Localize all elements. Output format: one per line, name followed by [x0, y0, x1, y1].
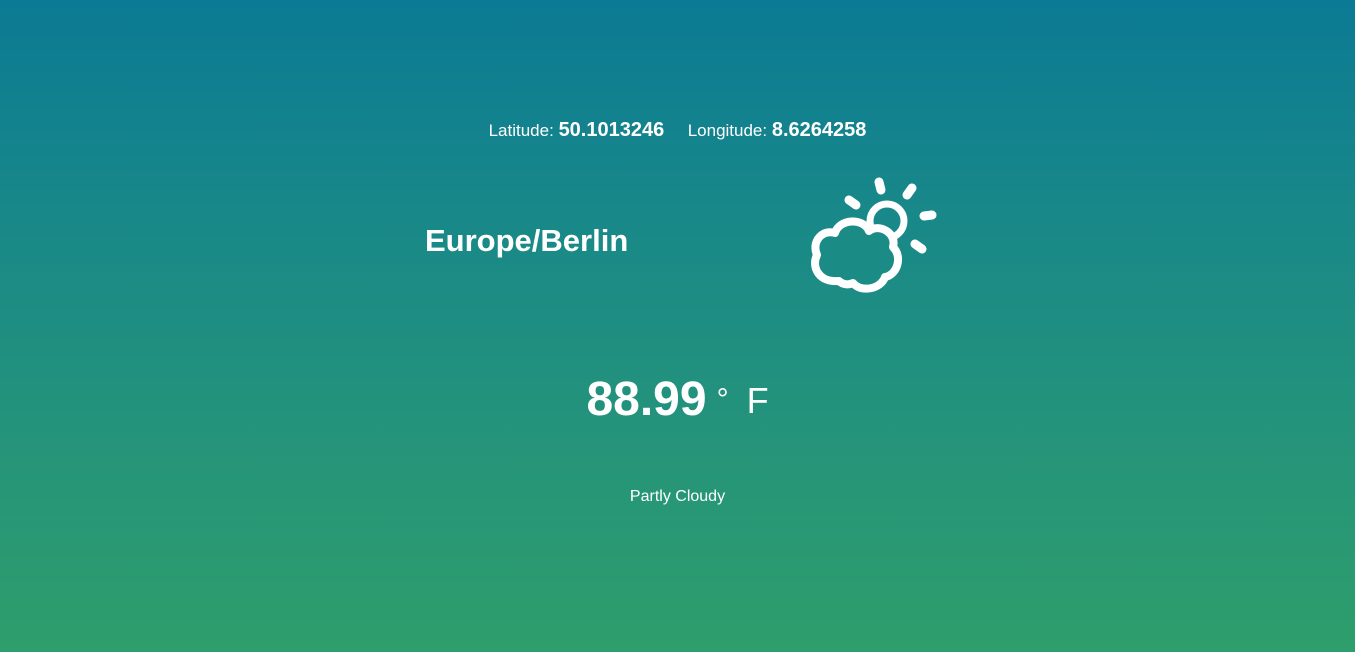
- coordinates-row: Latitude: 50.1013246 Longitude: 8.626425…: [0, 116, 1355, 145]
- location-timezone: Europe/Berlin: [425, 223, 629, 258]
- longitude-value: 8.6264258: [771, 119, 867, 141]
- weather-summary: Partly Cloudy: [629, 488, 726, 505]
- latitude-label: Latitude:: [488, 121, 554, 140]
- temperature-value: 88.99: [586, 373, 707, 426]
- longitude-label: Longitude:: [687, 121, 768, 140]
- partly-cloudy-day-icon: [805, 175, 940, 300]
- temperature-unit: F: [746, 380, 769, 421]
- temperature-display: 88.99 ° F: [0, 370, 1355, 441]
- degree-symbol: °: [716, 383, 729, 416]
- latitude-value: 50.1013246: [558, 119, 665, 141]
